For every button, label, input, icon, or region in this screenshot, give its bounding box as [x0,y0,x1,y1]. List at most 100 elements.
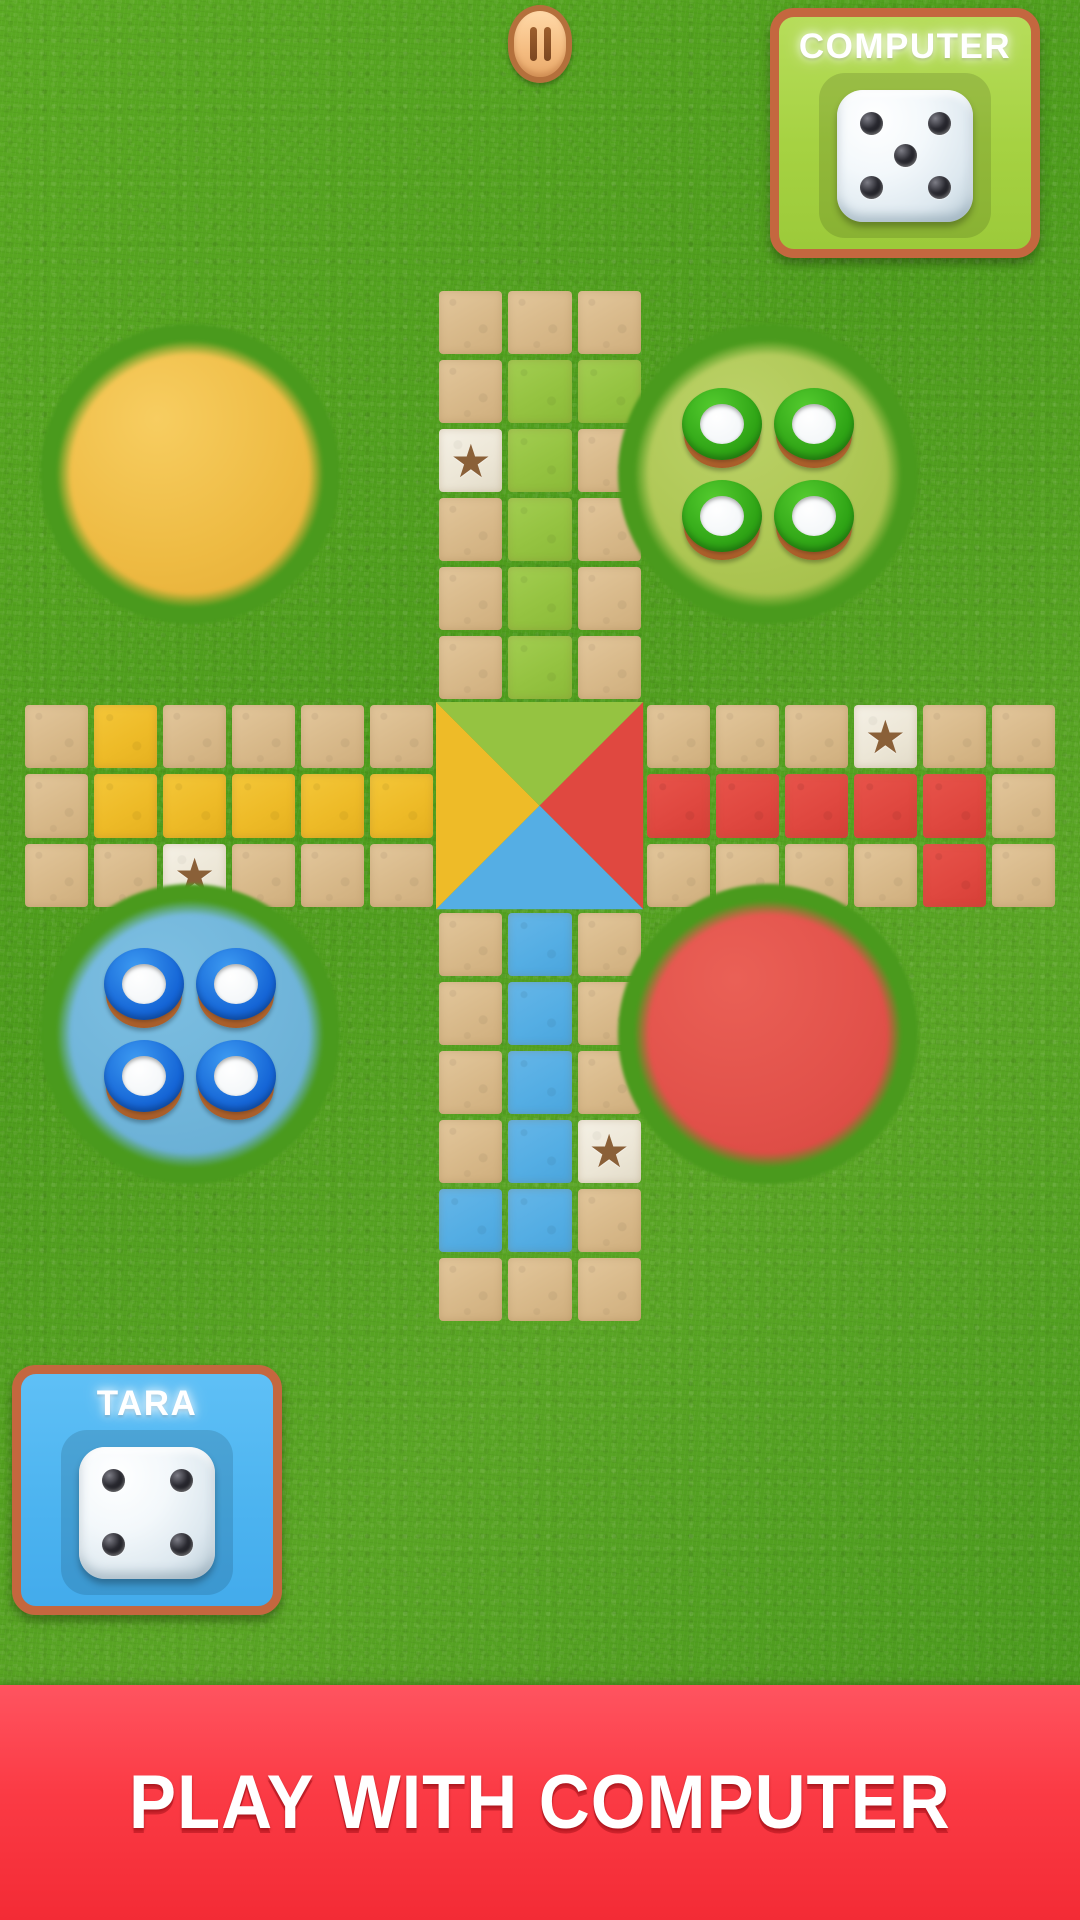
board-cell[interactable] [91,1186,160,1255]
board-cell[interactable] [989,426,1058,495]
board-cell[interactable] [782,1255,851,1324]
board-cell[interactable] [920,564,989,633]
board-cell[interactable] [851,288,920,357]
game-token[interactable] [682,480,762,560]
board-cell[interactable] [851,1186,920,1255]
board-cell[interactable] [298,633,367,702]
board-cell[interactable] [989,1255,1058,1324]
board-cell[interactable] [644,702,713,771]
board-cell[interactable] [782,771,851,840]
board-cell[interactable] [575,564,644,633]
board-cell[interactable] [436,564,505,633]
board-cell[interactable] [367,495,436,564]
board-cell[interactable] [505,633,574,702]
board-cell[interactable] [505,1117,574,1186]
board-cell[interactable] [367,1186,436,1255]
board-cell[interactable] [851,771,920,840]
board-cell[interactable] [920,910,989,979]
board-cell[interactable] [920,1255,989,1324]
board-cell[interactable] [989,702,1058,771]
board-cell[interactable] [644,1186,713,1255]
board-cell[interactable] [782,633,851,702]
board-cell[interactable] [920,288,989,357]
board-cell[interactable] [989,841,1058,910]
board-cell[interactable] [644,1255,713,1324]
board-cell[interactable] [160,1186,229,1255]
board-cell[interactable] [298,841,367,910]
board-cell[interactable]: ★ [851,702,920,771]
board-cell[interactable] [298,1117,367,1186]
board-cell[interactable] [436,910,505,979]
board-cell[interactable] [989,910,1058,979]
board-cell[interactable] [22,771,91,840]
board-cell[interactable] [229,633,298,702]
board-cell[interactable] [436,1186,505,1255]
game-token[interactable] [682,388,762,468]
board-cell[interactable] [160,1255,229,1324]
board-cell[interactable] [22,1255,91,1324]
board-cell[interactable] [367,1048,436,1117]
board-cell[interactable] [575,1186,644,1255]
board-cell[interactable] [782,1186,851,1255]
board-cell[interactable] [22,633,91,702]
board-cell[interactable] [367,1255,436,1324]
board-cell[interactable] [989,1186,1058,1255]
board-cell[interactable] [989,1048,1058,1117]
board-cell[interactable] [920,495,989,564]
game-token[interactable] [104,1040,184,1120]
game-token[interactable] [196,948,276,1028]
board-cell[interactable] [851,633,920,702]
home-yard-green[interactable] [630,336,906,612]
board-cell[interactable] [229,702,298,771]
board-cell[interactable] [505,1186,574,1255]
board-cell[interactable] [920,841,989,910]
board-cell[interactable] [920,1186,989,1255]
board-cell[interactable] [575,288,644,357]
board-cell[interactable] [989,564,1058,633]
board-cell[interactable] [22,1186,91,1255]
board-cell[interactable] [367,357,436,426]
board-cell[interactable] [713,1255,782,1324]
board-cell[interactable] [644,771,713,840]
board-cell[interactable] [920,979,989,1048]
board-cell[interactable] [920,771,989,840]
board-cell[interactable] [436,357,505,426]
board-cell[interactable] [505,910,574,979]
board-cell[interactable] [436,633,505,702]
board-cell[interactable] [436,979,505,1048]
player-card-computer[interactable]: COMPUTER [770,8,1040,258]
board-cell[interactable] [989,771,1058,840]
board-cell[interactable] [782,702,851,771]
board-cell[interactable] [989,288,1058,357]
board-cell[interactable] [91,771,160,840]
board-cell[interactable] [367,771,436,840]
board-cell[interactable] [91,633,160,702]
home-yard-yellow[interactable] [52,336,328,612]
player-card-tara[interactable]: TARA [12,1365,282,1615]
board-cell[interactable] [989,357,1058,426]
board-cell[interactable] [505,357,574,426]
board-cell[interactable] [436,288,505,357]
dice-computer[interactable] [837,89,973,222]
board-cell[interactable] [989,633,1058,702]
board-cell[interactable] [989,979,1058,1048]
board-cell[interactable] [436,1117,505,1186]
board-cell[interactable] [436,495,505,564]
board-cell[interactable] [505,426,574,495]
board-cell[interactable] [505,1255,574,1324]
board-cell[interactable] [367,426,436,495]
home-yard-red[interactable] [630,896,906,1172]
board-cell[interactable] [505,495,574,564]
board-cell[interactable] [160,771,229,840]
board-cell[interactable] [367,564,436,633]
board-cell[interactable] [436,1048,505,1117]
board-cell[interactable] [851,1255,920,1324]
board-cell[interactable] [298,702,367,771]
board-cell[interactable] [713,1186,782,1255]
board-cell[interactable] [920,357,989,426]
board-cell[interactable] [713,771,782,840]
board-cell[interactable] [367,979,436,1048]
game-token[interactable] [104,948,184,1028]
game-token[interactable] [774,480,854,560]
board-cell[interactable] [367,702,436,771]
